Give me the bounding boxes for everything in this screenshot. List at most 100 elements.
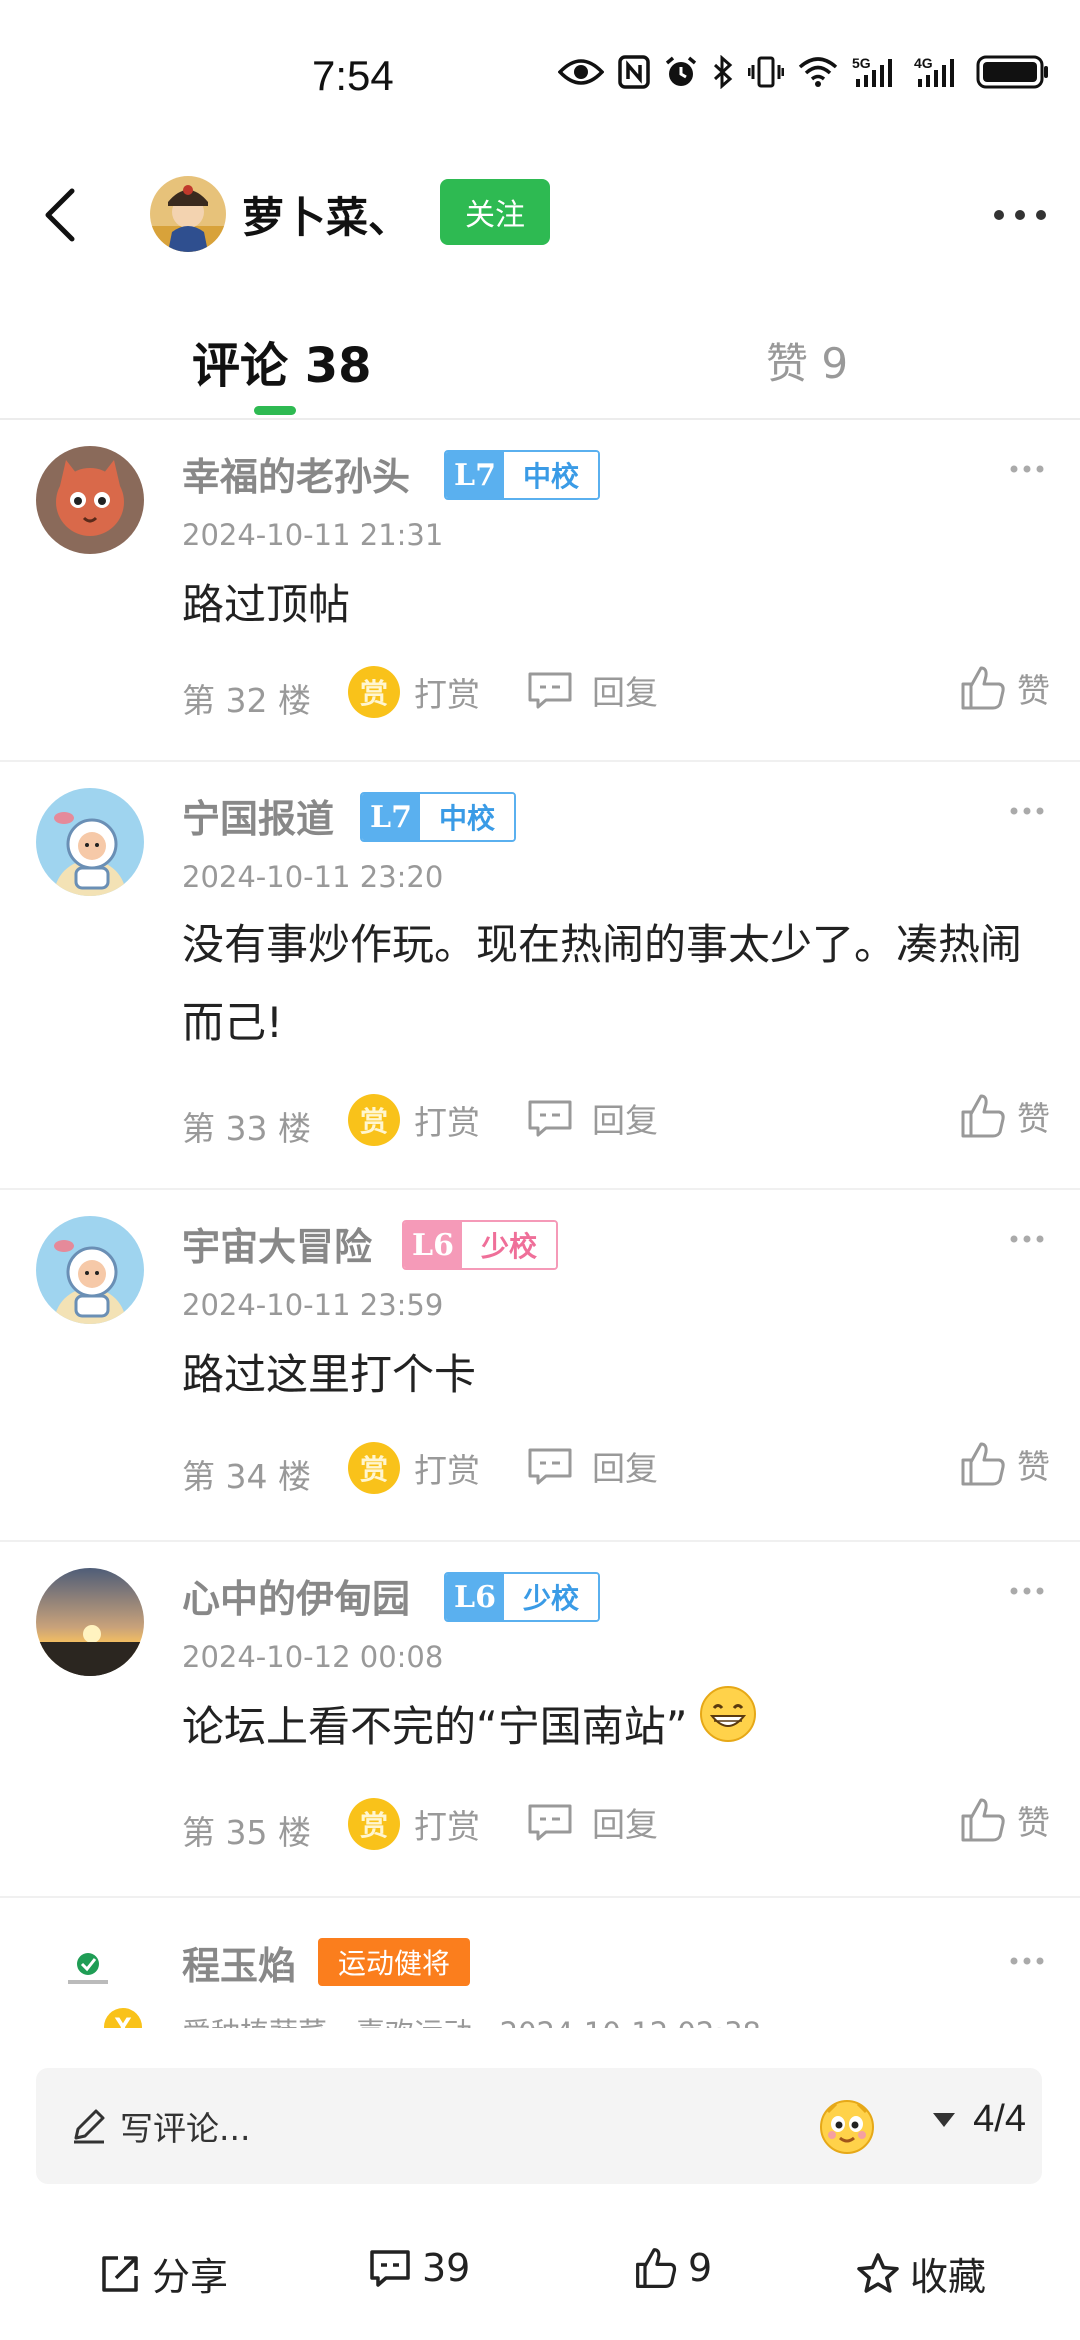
tab-bar: 评论 38 赞 9 [0,290,1080,420]
level-badge: L7 中校 [444,450,600,500]
like-button[interactable]: 赞 [959,664,1050,712]
comment-time: 2024-10-11 23:59 [182,1288,444,1322]
bluetooth-icon [712,55,734,89]
nfc-icon [618,55,650,89]
comment-icon [370,2250,410,2287]
reward-coin-icon: 赏 [348,666,400,718]
reply-icon [528,672,572,709]
reply-label: 回复 [592,1449,658,1488]
like-button[interactable]: 赞 [959,1440,1050,1488]
favorite-button[interactable]: 收藏 [856,2246,986,2301]
reply-icon [528,1448,572,1485]
reward-label: 打赏 [414,1451,480,1490]
comment-count-button[interactable]: 39 [368,2246,470,2290]
checkmark-logo-icon [60,1940,116,1996]
comment-more-button[interactable] [1004,1946,1050,1976]
thumbs-up-icon [961,666,1005,710]
reward-label: 打赏 [414,675,480,714]
edit-pencil-icon [74,2109,105,2144]
floor-number: 第 35 楼 [182,1813,311,1852]
like-label: 赞 [1017,1803,1050,1842]
grin-emoji-icon [698,1684,758,1769]
commenter-avatar[interactable] [36,1216,144,1324]
eye-icon [558,56,604,88]
like-button[interactable]: 赞 [959,1796,1050,1844]
comment-actions: 第 33 楼 赏 打赏 回复 赞 [182,1092,1062,1148]
commenter-name[interactable]: 幸福的老孙头 [182,446,410,501]
caret-down-icon [933,2112,956,2127]
comment-item: 心中的伊甸园 L6 少校 2024-10-12 00:08 论坛上看不完的“宁国… [0,1542,1080,1898]
write-comment-input[interactable]: 写评论... 4/4 [36,2068,1042,2184]
commenter-name[interactable]: 宇宙大冒险 [182,1216,372,1271]
level-badge: L6 少校 [402,1220,558,1270]
status-bar: 7:54 5G 4G [0,0,1080,160]
comment-item: 幸福的老孙头 L7 中校 2024-10-11 21:31 路过顶帖 第 32 … [0,420,1080,762]
comment-more-button[interactable] [1004,1576,1050,1606]
battery-icon [976,54,1050,90]
reply-label: 回复 [592,1805,658,1844]
comment-more-button[interactable] [1004,454,1050,484]
svg-text:4G: 4G [914,55,933,71]
like-count-button[interactable]: 9 [634,2246,712,2290]
commenter-avatar[interactable] [36,1568,144,1676]
more-options-button[interactable] [990,190,1050,240]
reply-button[interactable]: 回复 [526,666,658,714]
reward-button[interactable]: 赏 打赏 [348,1798,480,1850]
reply-label: 回复 [592,1101,658,1140]
comment-item: 宁国报道 L7 中校 2024-10-11 23:20 没有事炒作玩。现在热闹的… [0,762,1080,1190]
author-avatar[interactable] [150,176,226,252]
level-badge: L6 少校 [444,1572,600,1622]
post-header: 萝卜菜、 关注 [0,160,1080,270]
reward-button[interactable]: 赏 打赏 [348,1094,480,1146]
commenter-name[interactable]: 心中的伊甸园 [182,1568,410,1623]
share-label: 分享 [152,2255,229,2299]
reward-coin-icon: 赏 [348,1798,400,1850]
favorite-label: 收藏 [910,2255,987,2299]
thumbs-up-icon [961,1442,1005,1486]
commenter-avatar[interactable] [60,1940,116,1996]
reply-button[interactable]: 回复 [526,1798,658,1846]
reply-label: 回复 [592,673,658,712]
emoji-button[interactable] [816,2094,878,2156]
back-button[interactable] [30,180,90,250]
reply-button[interactable]: 回复 [526,1442,658,1490]
comment-actions: 第 35 楼 赏 打赏 回复 赞 [182,1796,1062,1852]
back-arrow-icon [45,188,75,242]
commenter-avatar[interactable] [36,788,144,896]
like-button[interactable]: 赞 [959,1092,1050,1140]
like-label: 赞 [1017,1099,1050,1138]
author-name[interactable]: 萝卜菜、 [242,184,410,245]
comment-text-row: 论坛上看不完的“宁国南站” [182,1684,1052,1769]
comment-more-button[interactable] [1004,796,1050,826]
follow-button[interactable]: 关注 [440,179,550,245]
thumbs-up-icon [636,2248,677,2288]
commenter-name[interactable]: 宁国报道 [182,788,334,843]
thumbs-up-icon [961,1798,1005,1842]
reward-coin-icon: 赏 [348,1442,400,1494]
bottom-action-bar: 分享 39 9 收藏 [0,2220,1080,2320]
share-button[interactable]: 分享 [98,2246,228,2301]
tab-comments[interactable]: 评论 38 [192,326,372,396]
comment-more-button[interactable] [1004,1224,1050,1254]
vibrate-icon [748,55,784,89]
commenter-avatar[interactable] [36,446,144,554]
comment-time: 2024-10-12 00:08 [182,1640,444,1674]
level-badge: L7 中校 [360,792,516,842]
comment-actions: 第 34 楼 赏 打赏 回复 赞 [182,1440,1062,1496]
reward-label: 打赏 [414,1103,480,1142]
star-icon [857,2252,899,2293]
reply-button[interactable]: 回复 [526,1094,658,1142]
signal-5g-icon: 5G [852,55,900,89]
signal-4g-icon: 4G [914,55,962,89]
floor-number: 第 32 楼 [182,681,311,720]
comment-time: 2024-10-11 21:31 [182,518,444,552]
reward-button[interactable]: 赏 打赏 [348,666,480,718]
page-indicator[interactable]: 4/4 [931,2098,1026,2141]
reply-icon [528,1100,572,1137]
reward-coin-icon: 赏 [348,1094,400,1146]
page-indicator-text: 4/4 [973,2098,1026,2140]
tab-likes[interactable]: 赞 9 [766,330,848,391]
commenter-name[interactable]: 程玉焰 [182,1935,296,1990]
more-dots-icon [1010,465,1044,473]
reward-button[interactable]: 赏 打赏 [348,1442,480,1494]
